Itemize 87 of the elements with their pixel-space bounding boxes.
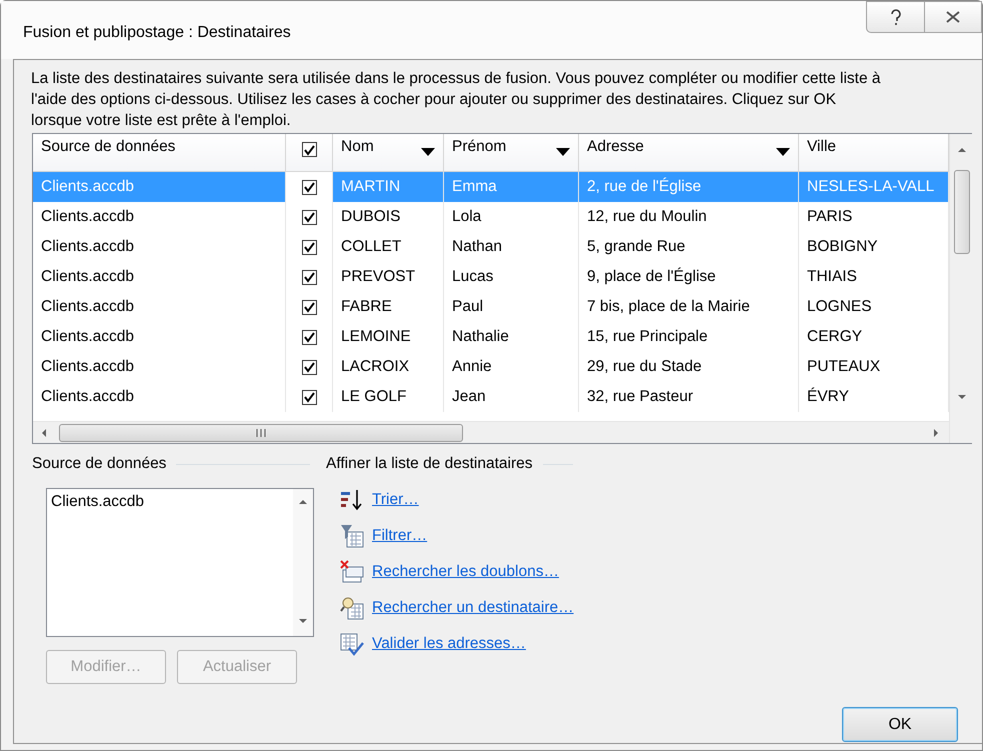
table-cell: DUBOIS [333, 202, 444, 232]
source-list[interactable]: Clients.accdb [46, 488, 314, 637]
column-header[interactable]: Prénom [444, 134, 579, 172]
table-cell: Clients.accdb [33, 352, 286, 382]
horizontal-scrollbar[interactable] [33, 421, 949, 443]
validate-icon [340, 632, 364, 656]
filter-icon [340, 524, 364, 548]
column-header[interactable]: Ville [799, 134, 949, 172]
table-row[interactable]: Clients.accdb LE GOLF Jean 32, rue Pasteur ÉVRY [33, 382, 949, 412]
dropdown-icon[interactable] [776, 148, 790, 156]
window-title: Fusion et publipostage : Destinataires [23, 24, 291, 42]
scroll-down-arrow-icon[interactable] [299, 618, 307, 626]
checkbox[interactable] [302, 240, 316, 254]
option-link[interactable]: Rechercher un destinataire… [372, 599, 574, 617]
table-cell: Nathan [444, 232, 579, 262]
checkbox[interactable] [302, 360, 316, 374]
table-cell: Jean [444, 382, 579, 412]
table-cell: Nathalie [444, 322, 579, 352]
table-cell: Paul [444, 292, 579, 322]
table-row[interactable]: Clients.accdb FABRE Paul 7 bis, place de la Mairie LOGNES [33, 292, 949, 322]
instructions-text: La liste des destinataires suivante sera utilisée dans le processus de fusion. Vous pouvez compléter ou modifier cette liste à l'aide des options ci-dessous. Utilisez les cases à cocher pour ajouter ou supprimer des destinataires. Cliquez sur OK lorsque votre liste est prête à l'emploi. [31, 69, 882, 131]
table-cell: Lola [444, 202, 579, 232]
table-row[interactable]: Clients.accdb COLLET Nathan 5, grande Rue BOBIGNY [33, 232, 949, 262]
table-cell: 5, grande Rue [579, 232, 799, 262]
table-cell: COLLET [333, 232, 444, 262]
checkbox[interactable] [302, 390, 316, 404]
table-cell: Clients.accdb [33, 382, 286, 412]
table-cell: LE GOLF [333, 382, 444, 412]
checkbox[interactable] [302, 142, 316, 157]
scroll-up-arrow-icon[interactable] [299, 499, 307, 507]
checkbox[interactable] [302, 270, 316, 284]
table-cell: 29, rue du Stade [579, 352, 799, 382]
group-label: Affiner la liste de destinataires [326, 455, 532, 473]
table-cell: Clients.accdb [33, 322, 286, 352]
table-row[interactable]: Clients.accdb LEMOINE Nathalie 15, rue Principale CERGY [33, 322, 949, 352]
scroll-down-arrow-icon[interactable] [958, 394, 966, 402]
option-link[interactable]: Trier… [372, 491, 419, 509]
group-label: Source de données [32, 455, 166, 473]
table-cell: FABRE [333, 292, 444, 322]
checkbox[interactable] [302, 330, 316, 344]
table-cell: MARTIN [333, 172, 444, 202]
table-row[interactable]: Clients.accdb DUBOIS Lola 12, rue du Moulin PARIS [33, 202, 949, 232]
scroll-up-arrow-icon[interactable] [958, 147, 966, 155]
table-cell: 32, rue Pasteur [579, 382, 799, 412]
table-cell: LEMOINE [333, 322, 444, 352]
table-cell: Clients.accdb [33, 202, 286, 232]
checkbox[interactable] [302, 180, 316, 194]
table-cell: 12, rue du Moulin [579, 202, 799, 232]
find-icon [340, 596, 364, 620]
option-link[interactable]: Rechercher les doublons… [372, 563, 559, 581]
scroll-right-arrow-icon[interactable] [933, 428, 941, 436]
column-header[interactable]: Source de données [33, 134, 286, 172]
table-cell: Clients.accdb [33, 262, 286, 292]
table-row[interactable]: Clients.accdb LACROIX Annie 29, rue du Stade PUTEAUX [33, 352, 949, 382]
column-header[interactable]: Adresse [579, 134, 799, 172]
table-cell: 2, rue de l'Église [579, 172, 799, 202]
table-cell: 9, place de l'Église [579, 262, 799, 292]
option-link[interactable]: Filtrer… [372, 527, 428, 545]
column-header[interactable]: Nom [333, 134, 444, 172]
grip-icon [256, 428, 266, 436]
dropdown-icon[interactable] [556, 148, 570, 156]
table-cell: LACROIX [333, 352, 444, 382]
sort-icon [340, 488, 364, 512]
column-header[interactable] [286, 134, 333, 172]
ok-button[interactable]: OK [842, 707, 958, 742]
table-cell: Clients.accdb [33, 292, 286, 322]
table-cell: Clients.accdb [33, 232, 286, 262]
option-link[interactable]: Valider les adresses… [372, 635, 526, 653]
dropdown-icon[interactable] [421, 148, 435, 156]
help-icon [890, 9, 902, 25]
table-cell: Emma [444, 172, 579, 202]
table-row[interactable]: Clients.accdb PREVOST Lucas 9, place de l'Église THIAIS [33, 262, 949, 292]
scroll-thumb[interactable] [59, 424, 463, 442]
table-cell: 7 bis, place de la Mairie [579, 292, 799, 322]
duplicates-icon [340, 560, 364, 584]
table-cell: Lucas [444, 262, 579, 292]
checkbox[interactable] [302, 210, 316, 224]
checkbox[interactable] [302, 300, 316, 314]
vertical-scrollbar[interactable] [949, 134, 973, 443]
scroll-left-arrow-icon[interactable] [41, 428, 49, 436]
list-item[interactable]: Clients.accdb [51, 493, 289, 511]
close-button[interactable] [924, 1, 982, 33]
table-cell: 15, rue Principale [579, 322, 799, 352]
table-cell: PREVOST [333, 262, 444, 292]
table-cell: Annie [444, 352, 579, 382]
close-icon [946, 11, 960, 23]
scroll-thumb[interactable] [954, 170, 970, 254]
